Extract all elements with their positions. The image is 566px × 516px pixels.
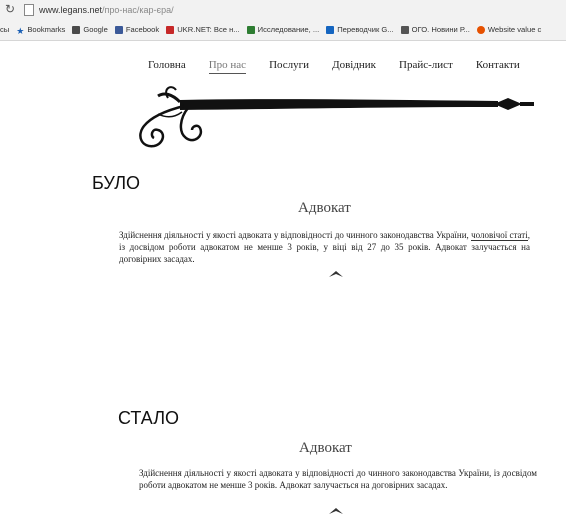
ornamental-divider <box>139 86 534 148</box>
bookmark-website-value[interactable]: Website value c <box>476 25 541 34</box>
bookmark-bookmarks[interactable]: ★ Bookmarks <box>16 25 65 36</box>
after-label: СТАЛО <box>118 408 180 428</box>
job-description-before: Здійснення діяльності у якості адвоката … <box>119 230 530 264</box>
bookmark-ukrnet[interactable]: UKR.NET: Все н... <box>166 25 240 34</box>
before-label: БУЛО <box>92 173 141 193</box>
nav-item-contacts[interactable]: Контакти <box>476 56 520 74</box>
google-icon <box>72 25 81 34</box>
job-description-after: Здійснення діяльності у якості адвоката … <box>139 468 537 490</box>
nav-item-services[interactable]: Послуги <box>269 56 309 74</box>
bookmark-research[interactable]: Исследование, ... <box>246 25 319 34</box>
star-icon: ★ <box>16 25 25 36</box>
ogo-icon <box>400 25 409 34</box>
reload-icon[interactable]: ↻ <box>5 0 19 19</box>
bookmark-ogo[interactable]: ОГО. Новини Р... <box>400 25 470 34</box>
url-text[interactable]: www.legans.net/про-нас/кар-єра/ <box>39 5 174 15</box>
address-bar[interactable]: ↻ www.legans.net/про-нас/кар-єра/ <box>0 0 566 19</box>
site-nav: Головна Про нас Послуги Довідник Прайс-л… <box>148 56 543 74</box>
browser-chrome: ↻ www.legans.net/про-нас/кар-єра/ сы ★ Bo… <box>0 0 566 41</box>
bookmarks-prefix[interactable]: сы <box>0 25 9 34</box>
highlighted-phrase: чоловічої статі <box>471 230 528 241</box>
bookmarks-bar: сы ★ Bookmarks Google Facebook UKR.NET: В… <box>0 21 566 38</box>
nav-item-directory[interactable]: Довідник <box>332 56 376 74</box>
collapse-caret-icon[interactable] <box>329 508 343 514</box>
job-title-after: Адвокат <box>299 440 352 456</box>
facebook-icon <box>114 25 123 34</box>
collapse-caret-icon[interactable] <box>329 271 343 277</box>
nav-item-home[interactable]: Головна <box>148 56 186 74</box>
research-icon <box>246 25 255 34</box>
job-title-before: Адвокат <box>298 200 351 216</box>
bookmark-facebook[interactable]: Facebook <box>114 25 159 34</box>
nav-item-about[interactable]: Про нас <box>208 56 247 74</box>
bookmark-google[interactable]: Google <box>72 25 108 34</box>
bookmark-translate[interactable]: Переводчик G... <box>326 25 394 34</box>
ukrnet-icon <box>166 25 175 34</box>
website-value-icon <box>476 25 485 34</box>
page-icon <box>24 3 34 16</box>
nav-item-price-list[interactable]: Прайс-лист <box>399 56 453 74</box>
translate-icon <box>326 25 335 34</box>
